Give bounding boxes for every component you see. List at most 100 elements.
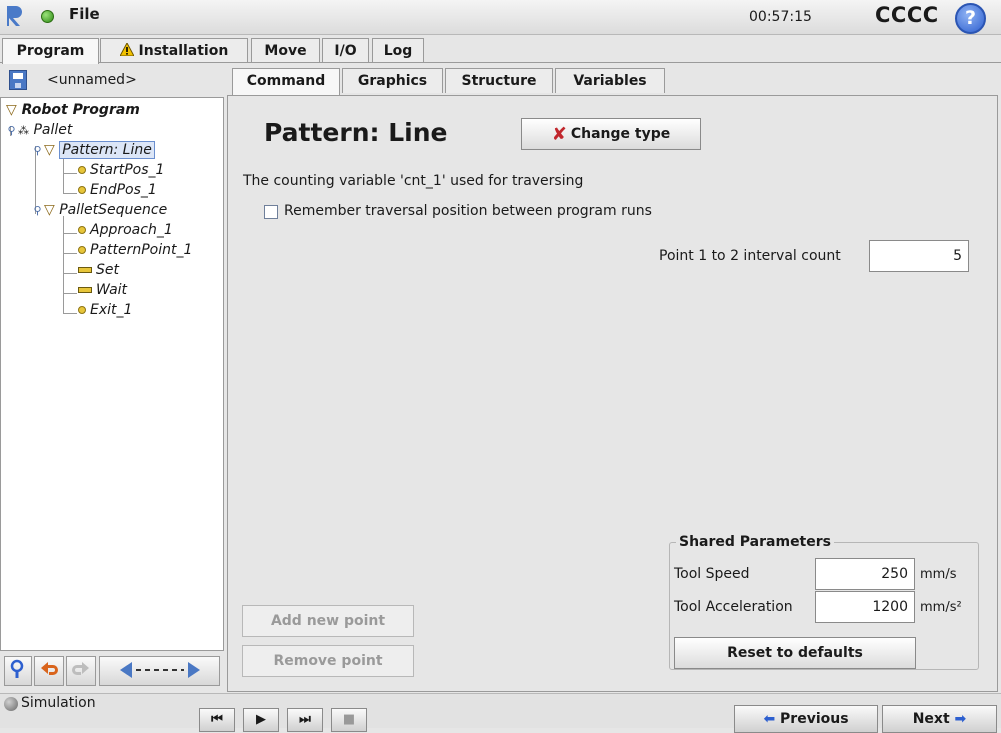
tree-item-pattern-point[interactable]: PatternPoint_1 [78,241,192,259]
next-label: Next [912,711,950,727]
tree-item-label: Approach_1 [90,222,173,238]
tree-item-label: Pallet [33,122,73,138]
next-button[interactable]: Next ➡ [882,705,997,733]
program-name: <unnamed> [47,72,137,88]
tree-connector [63,293,77,294]
tab-variables-label: Variables [573,73,647,89]
wait-icon [78,287,92,293]
expand-handle-icon[interactable]: ⚲ [31,142,44,160]
counting-variable-text: The counting variable 'cnt_1' used for t… [243,173,584,189]
tool-acceleration-label: Tool Acceleration [674,599,793,615]
redo-button[interactable] [66,656,96,686]
tab-graphics-label: Graphics [357,73,428,89]
remove-point-button[interactable]: Remove point [242,645,414,677]
interval-count-input[interactable]: 5 [869,240,969,272]
previous-label: Previous [780,711,849,727]
search-icon [10,659,24,678]
tab-move-label: Move [264,43,307,59]
rewind-icon: ⏮ [211,712,223,727]
tab-move[interactable]: Move [251,38,320,62]
tree-item-approach[interactable]: Approach_1 [78,221,173,239]
tree-connector [63,273,77,274]
tab-io-label: I/O [334,43,357,59]
expand-handle-icon[interactable]: ⚲ [31,202,44,220]
expand-handle-icon[interactable]: ⚲ [5,122,18,140]
title-bar [0,0,1001,35]
interval-count-label: Point 1 to 2 interval count [659,248,841,264]
tree-item-label: PalletSequence [59,202,168,218]
tab-structure[interactable]: Structure [445,68,553,93]
tree-item-endpos[interactable]: EndPos_1 [78,181,157,199]
tab-program[interactable]: Program [2,38,99,64]
tool-speed-label: Tool Speed [674,566,750,582]
remember-position-checkbox[interactable] [264,205,278,219]
program-tree[interactable]: ▽ Robot Program ⚲ ⁂ Pallet ⚲ ▽ Pattern: Li… [0,97,224,651]
search-button[interactable] [4,656,32,686]
pallet-icon: ⁂ [18,124,29,137]
tab-command-label: Command [246,73,326,89]
collapse-triangle-icon[interactable]: ▽ [6,102,17,118]
waypoint-icon [78,246,86,254]
previous-button[interactable]: ⬅ Previous [734,705,878,733]
arrow-right-icon: ➡ [954,711,967,727]
shared-parameters-title: Shared Parameters [676,534,834,550]
robot-name: CCCC [875,3,939,27]
undo-button[interactable] [34,656,64,686]
cut-drag-icon [119,662,200,678]
tree-item-set[interactable]: Set [78,261,119,279]
close-icon: ✘ [551,124,567,145]
simulation-toggle-icon[interactable] [4,697,18,711]
tree-item-exit[interactable]: Exit_1 [78,301,132,319]
add-point-button[interactable]: Add new point [242,605,414,637]
tab-io[interactable]: I/O [322,38,369,62]
tab-log[interactable]: Log [372,38,424,62]
step-button[interactable]: ⏭ [287,708,323,732]
move-node-button[interactable] [99,656,220,686]
rewind-button[interactable]: ⏮ [199,708,235,732]
tree-item-startpos[interactable]: StartPos_1 [78,161,164,179]
tree-item-pallet-sequence[interactable]: ⚲ ▽ PalletSequence [31,201,167,220]
tab-command[interactable]: Command [232,68,340,96]
tree-item-wait[interactable]: Wait [78,281,127,299]
tool-acceleration-unit: mm/s² [920,600,962,615]
tree-item-label: PatternPoint_1 [90,242,193,258]
tree-connector [63,253,77,254]
undo-icon [41,662,58,675]
save-icon[interactable] [9,70,27,90]
tool-acceleration-input[interactable]: 1200 [815,591,915,623]
page-title: Pattern: Line [264,118,448,147]
tab-graphics[interactable]: Graphics [342,68,443,93]
tab-variables[interactable]: Variables [555,68,665,93]
tree-item-pallet[interactable]: ⚲ ⁂ Pallet [5,121,72,140]
simulation-label[interactable]: Simulation [21,695,96,711]
folder-triangle-icon: ▽ [44,202,55,218]
tree-root-label: Robot Program [21,102,140,118]
waypoint-icon [78,226,86,234]
remember-position-label[interactable]: Remember traversal position between prog… [284,203,652,219]
tool-speed-input[interactable]: 250 [815,558,915,590]
stop-button[interactable]: ■ [331,708,367,732]
play-button[interactable]: ▶ [243,708,279,732]
waypoint-icon [78,306,86,314]
step-icon: ⏭ [299,712,311,727]
tree-item-pattern-line[interactable]: ⚲ ▽ Pattern: Line [31,141,155,160]
tree-item-label: Set [96,262,119,278]
file-menu[interactable]: File [69,5,100,23]
tab-installation[interactable]: Installation [100,38,248,62]
tree-connector [63,173,77,174]
tree-connector [63,156,64,194]
change-type-button[interactable]: ✘ Change type [521,118,701,150]
robot-status-icon[interactable] [41,10,54,23]
warning-icon [118,41,135,57]
tree-item-label: Exit_1 [90,302,133,318]
clock: 00:57:15 [749,9,812,25]
tab-program-label: Program [16,43,85,59]
tab-log-label: Log [383,43,413,59]
reset-defaults-button[interactable]: Reset to defaults [674,637,916,669]
waypoint-icon [78,186,86,194]
help-icon[interactable]: ? [955,3,986,34]
tree-root[interactable]: ▽ Robot Program [6,101,140,119]
waypoint-icon [78,166,86,174]
tab-structure-label: Structure [461,73,537,89]
tree-connector [63,233,77,234]
